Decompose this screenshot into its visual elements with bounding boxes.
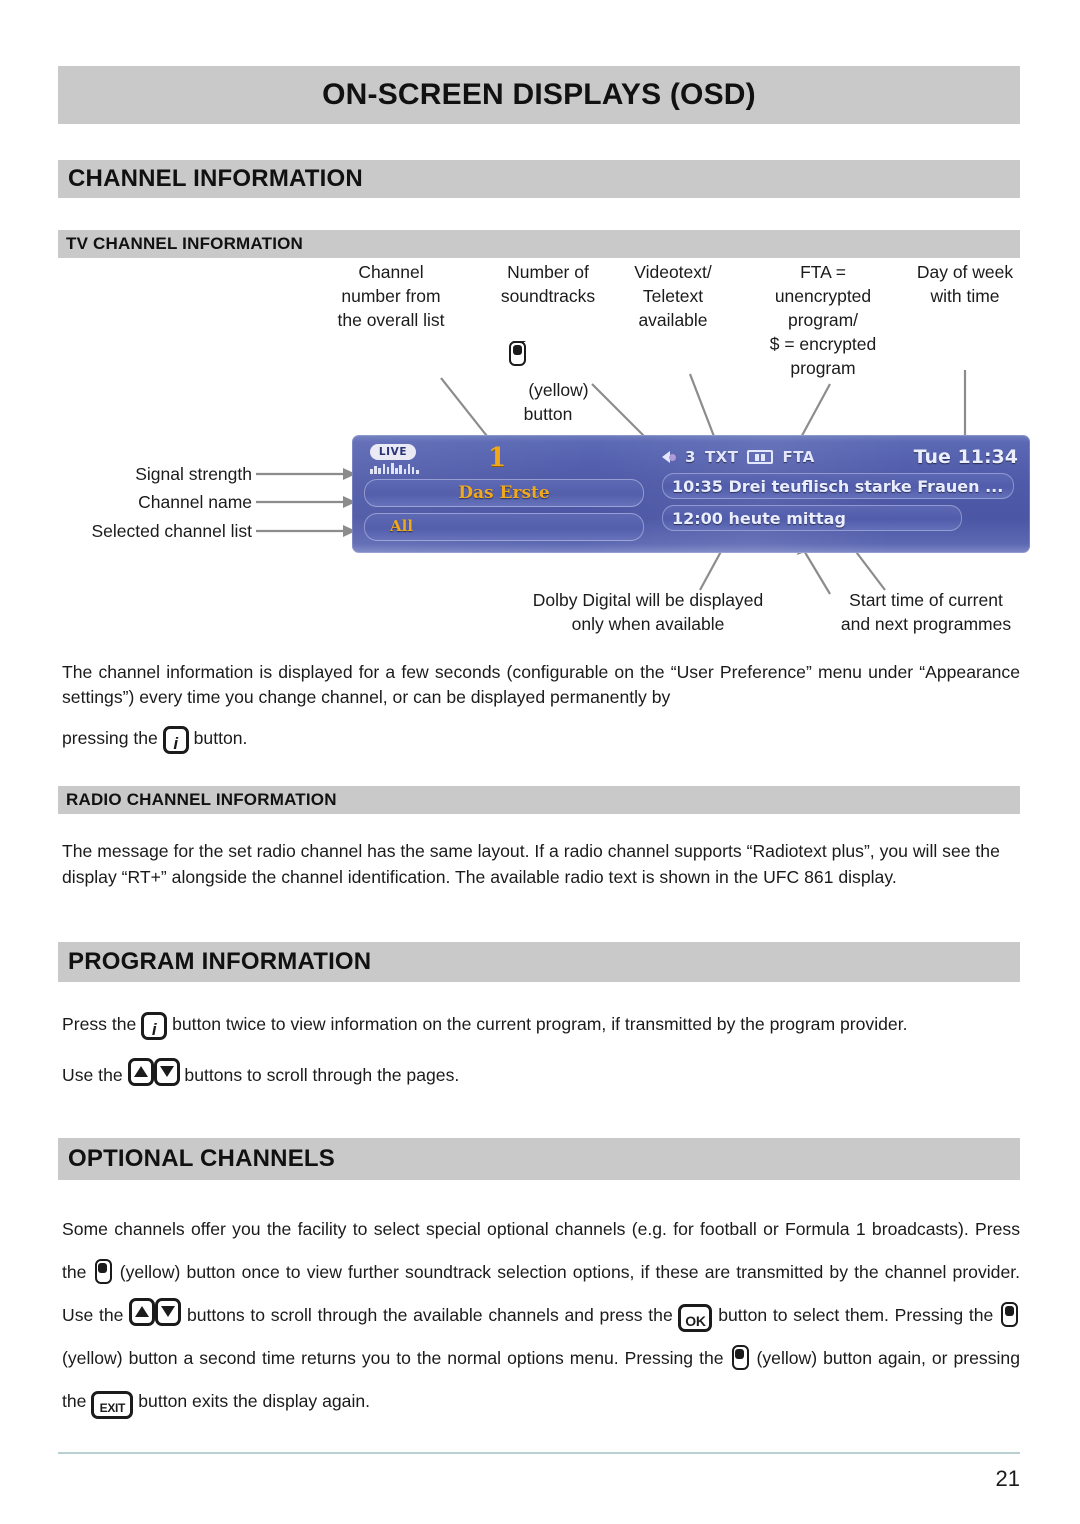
osd-current-programme: 10:35 Drei teuflisch starke Frauen ...: [662, 473, 1014, 499]
osd-screenshot: LIVE 1 Das Erste All 3 TXT FTA Tue 11:34…: [352, 435, 1030, 553]
program-p2-post: buttons to scroll through the pages.: [184, 1065, 460, 1085]
section-heading-optional-channels: OPTIONAL CHANNELS: [58, 1138, 1020, 1180]
arrow-up-button-icon: [127, 1058, 154, 1086]
subsection-heading-label: RADIO CHANNEL INFORMATION: [66, 790, 337, 809]
callout-videotext: Videotext/ Teletext available: [634, 262, 712, 330]
paragraph-info-post: button.: [193, 728, 248, 748]
opt-button-icon: OPT: [731, 1340, 749, 1370]
osd-clock: Tue 11:34: [913, 446, 1018, 468]
osd-channel-name-field: Das Erste: [364, 479, 644, 507]
paragraph-info-pre: pressing the: [62, 728, 158, 748]
footer-divider: [58, 1452, 1020, 1454]
osd-next-programme: 12:00 heute mittag: [662, 505, 962, 531]
subsection-heading-radio-channel-information: RADIO CHANNEL INFORMATION: [58, 786, 1020, 814]
opt-button-icon: OPT: [509, 336, 527, 366]
osd-channel-list: All: [390, 517, 414, 535]
paragraph-program-info-1: Press the i button twice to view informa…: [62, 1012, 1020, 1040]
callout-selected-channel-list: Selected channel list: [91, 521, 252, 541]
osd-channel-list-field: All: [364, 513, 644, 541]
osd-teletext-chip: TXT: [704, 448, 739, 466]
osd-right-panel: 3 TXT FTA Tue 11:34 10:35 Drei teuflisch…: [662, 441, 1022, 547]
paragraph-channel-information: The channel information is displayed for…: [62, 662, 1020, 707]
program-p2-pre: Use the: [62, 1065, 123, 1085]
optional-c: buttons to scroll through the available …: [186, 1305, 673, 1325]
dolby-digital-icon: [747, 450, 774, 464]
callout-channel-number: Channel number from the overall list: [337, 262, 445, 330]
callout-soundtrack-button: OPT (yellow) button: [474, 312, 622, 426]
osd-status-row: 3 TXT FTA Tue 11:34: [662, 445, 1018, 469]
osd-fta-chip: FTA: [782, 448, 815, 466]
program-p1-pre: Press the: [62, 1014, 137, 1034]
paragraph-channel-information-info-key: pressing the i button.: [62, 726, 1020, 754]
osd-soundtrack-count: 3: [685, 448, 696, 466]
arrow-down-button-icon: [153, 1058, 180, 1086]
opt-button-icon: OPT: [94, 1254, 112, 1284]
page-number: 21: [995, 1466, 1020, 1491]
osd-channel-number: 1: [488, 443, 507, 473]
callout-soundtrack-button-text: (yellow) button: [523, 380, 589, 424]
osd-left-panel: LIVE 1 Das Erste All: [360, 441, 652, 547]
paragraph-radio-channel-information: The message for the set radio channel ha…: [62, 841, 1000, 887]
document-page: ON-SCREEN DISPLAYS (OSD) CHANNEL INFORMA…: [0, 0, 1080, 1524]
callout-day-of-week: Day of week with time: [916, 262, 1014, 306]
info-button-icon: i: [162, 726, 189, 754]
chapter-title-bar: ON-SCREEN DISPLAYS (OSD): [58, 66, 1020, 124]
optional-d: button to select them. Pressing the: [718, 1305, 994, 1325]
callout-dolby-digital: Dolby Digital will be displayed only whe…: [532, 590, 764, 634]
osd-channel-name: Das Erste: [458, 483, 550, 503]
speaker-icon: [662, 451, 676, 463]
callout-number-of-soundtracks: Number of soundtracks: [500, 262, 596, 306]
paragraph-optional-channels: Some channels offer you the facility to …: [62, 1208, 1020, 1423]
section-heading-channel-information: CHANNEL INFORMATION: [58, 160, 1020, 198]
arrow-up-button-icon: [129, 1298, 156, 1326]
exit-button-icon: EXIT: [91, 1391, 134, 1419]
info-button-icon: i: [141, 1012, 168, 1040]
section-heading-label: OPTIONAL CHANNELS: [68, 1145, 335, 1172]
program-p1-post: button twice to view information on the …: [172, 1014, 908, 1034]
arrow-down-button-icon: [155, 1298, 182, 1326]
subsection-heading-label: TV CHANNEL INFORMATION: [66, 234, 304, 253]
callout-channel-name: Channel name: [138, 492, 252, 512]
callout-signal-strength: Signal strength: [135, 464, 252, 484]
section-heading-label: PROGRAM INFORMATION: [68, 948, 372, 975]
optional-e: (yellow) button a second time returns yo…: [62, 1348, 724, 1368]
chapter-title: ON-SCREEN DISPLAYS (OSD): [322, 78, 756, 111]
callout-start-times: Start time of current and next programme…: [840, 590, 1012, 634]
signal-strength-bars: [370, 462, 426, 474]
optional-g: button exits the display again.: [138, 1391, 371, 1411]
section-heading-program-information: PROGRAM INFORMATION: [58, 942, 1020, 982]
section-heading-label: CHANNEL INFORMATION: [68, 165, 363, 192]
callout-fta: FTA = unencrypted program/ $ = encrypted…: [769, 262, 877, 378]
live-badge: LIVE: [370, 444, 416, 460]
opt-button-icon: OPT: [1001, 1297, 1019, 1327]
ok-button-icon: OK: [678, 1304, 713, 1332]
paragraph-program-info-2: Use the buttons to scroll through the pa…: [62, 1058, 1020, 1088]
